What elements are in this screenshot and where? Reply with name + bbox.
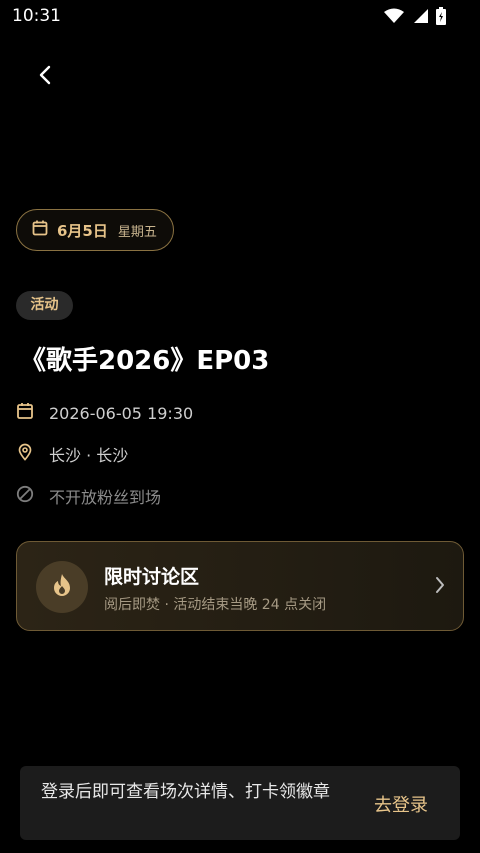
battery-icon <box>436 7 446 29</box>
login-prompt-text: 登录后即可查看场次详情、打卡领徽章 <box>41 782 330 802</box>
chevron-left-icon <box>38 65 52 89</box>
date-pill: 6月5日 星期五 <box>16 209 174 251</box>
status-time: 10:31 <box>12 6 61 26</box>
event-fan-policy-row: 不开放粉丝到场 <box>16 484 161 508</box>
wifi-icon <box>384 8 404 28</box>
login-prompt-bar: 登录后即可查看场次详情、打卡领徽章 去登录 <box>20 766 460 840</box>
event-title: 《歌手2026》EP03 <box>20 346 270 376</box>
prohibited-icon <box>16 485 34 507</box>
discussion-icon-badge <box>36 561 88 613</box>
discussion-card[interactable]: 限时讨论区 阅后即焚 · 活动结束当晚 24 点关闭 <box>16 541 464 631</box>
location-pin-icon <box>16 443 34 465</box>
back-button[interactable] <box>28 60 62 94</box>
status-icons <box>384 7 446 29</box>
login-button[interactable]: 去登录 <box>374 791 428 817</box>
event-date: 6月5日 <box>57 221 108 240</box>
event-weekday: 星期五 <box>117 224 157 240</box>
status-bar: 10:31 <box>0 0 480 34</box>
event-location: 长沙 · 长沙 <box>49 446 129 465</box>
event-time-row: 2026-06-05 19:30 <box>16 401 193 425</box>
flame-icon <box>51 573 73 601</box>
chevron-right-icon <box>435 576 445 598</box>
discussion-subtitle: 阅后即焚 · 活动结束当晚 24 点关闭 <box>104 597 327 613</box>
event-fan-policy: 不开放粉丝到场 <box>49 488 162 507</box>
discussion-title: 限时讨论区 <box>104 566 200 588</box>
event-tag: 活动 <box>16 291 73 320</box>
event-datetime: 2026-06-05 19:30 <box>49 403 194 423</box>
event-location-row: 长沙 · 长沙 <box>16 442 128 466</box>
signal-icon <box>412 8 428 28</box>
calendar-icon <box>32 220 48 240</box>
calendar-icon <box>16 402 34 424</box>
